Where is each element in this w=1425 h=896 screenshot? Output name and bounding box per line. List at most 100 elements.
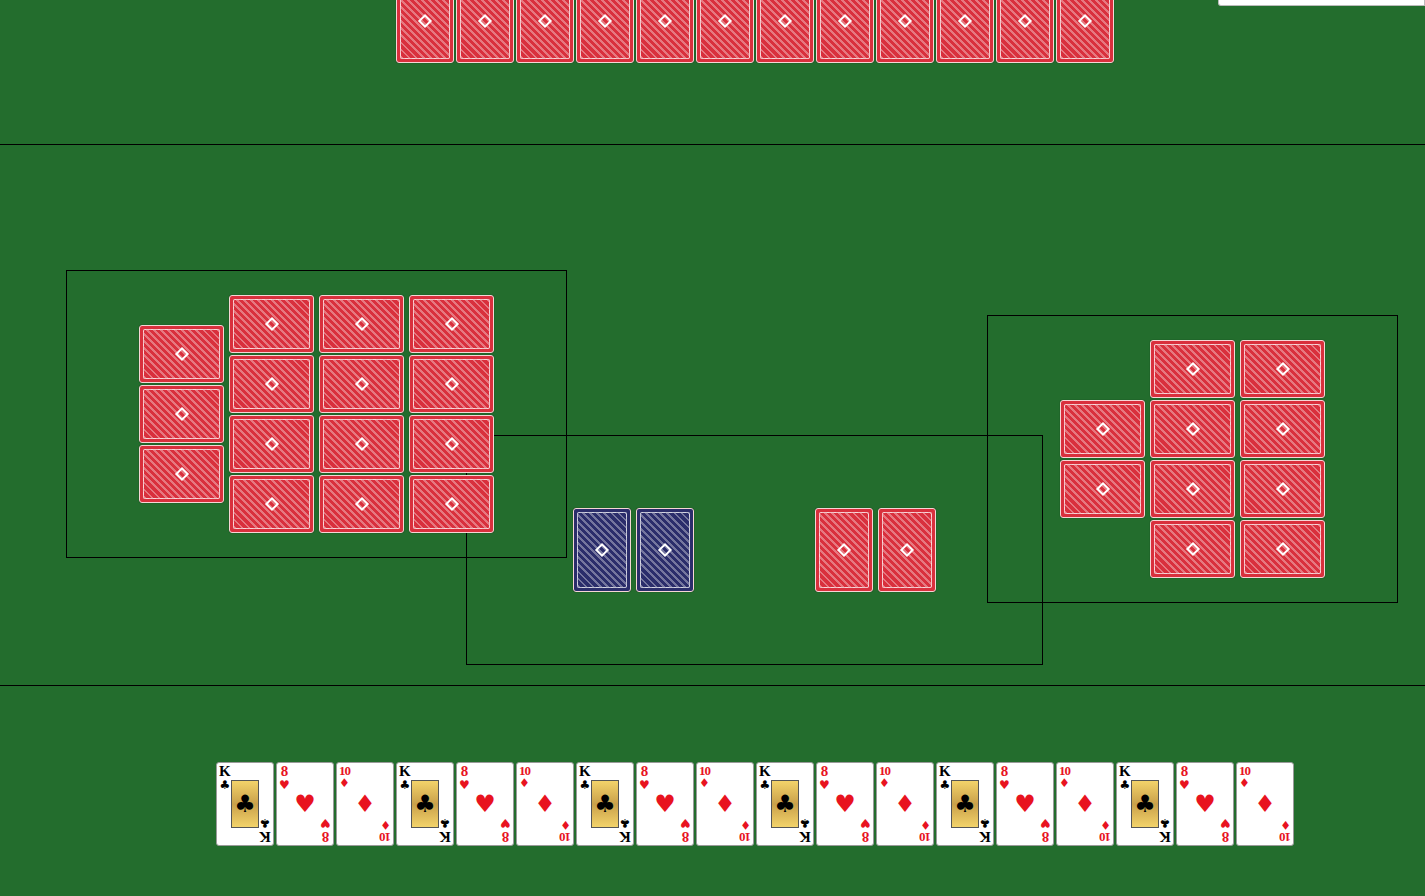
card-rank: 8 <box>1001 764 1009 779</box>
card-corner: 10♦ <box>560 819 571 844</box>
card-corner: K♣ <box>1159 817 1171 844</box>
hand-card[interactable]: 8♥♥8♥ <box>276 762 334 846</box>
center-suit: ♣ <box>234 792 256 816</box>
face-picture: ♣ <box>1131 780 1159 828</box>
back-ornament <box>354 437 368 451</box>
card-suit: ♣ <box>620 817 631 829</box>
card-suit: ♦ <box>920 819 931 831</box>
card-rank: K <box>399 764 411 779</box>
card-rank: 10 <box>920 831 931 844</box>
card-suit: ♦ <box>560 819 571 831</box>
card-rank: K <box>799 829 811 844</box>
card-rank: 8 <box>1042 829 1050 844</box>
card-rank: 8 <box>821 764 829 779</box>
card-back <box>229 415 314 473</box>
card-rank: 10 <box>560 831 571 844</box>
card-back <box>996 0 1054 63</box>
card-back <box>409 355 494 413</box>
hand-card[interactable]: K♣♣K♣ <box>396 762 454 846</box>
back-pattern <box>1244 524 1321 574</box>
card-corner: K♣ <box>979 817 991 844</box>
card-back <box>878 508 936 592</box>
pip-area: ♦ <box>891 781 919 827</box>
back-pattern <box>323 479 400 529</box>
card-back <box>139 325 224 383</box>
center-suit: ♦ <box>1074 792 1096 816</box>
card-rank: 10 <box>879 764 890 777</box>
card-corner: 10♦ <box>339 764 350 789</box>
back-ornament <box>900 543 914 557</box>
hand-card[interactable]: 10♦♦10♦ <box>336 762 394 846</box>
back-pattern <box>819 512 869 588</box>
center-suit: ♥ <box>474 792 496 816</box>
trick-group <box>815 508 936 592</box>
card-back <box>576 0 634 63</box>
top-hand <box>0 0 1425 63</box>
back-ornament <box>718 14 732 28</box>
hand-card[interactable]: 10♦♦10♦ <box>1236 762 1294 846</box>
hand-card[interactable]: 8♥♥8♥ <box>456 762 514 846</box>
back-ornament <box>174 407 188 421</box>
card-suit: ♥ <box>680 817 691 829</box>
right-area <box>987 315 1398 603</box>
hand-card[interactable]: 8♥♥8♥ <box>1176 762 1234 846</box>
card-suit: ♣ <box>219 779 230 791</box>
card-rank: 10 <box>1239 764 1250 777</box>
back-pattern <box>940 0 990 59</box>
card-rank: 8 <box>461 764 469 779</box>
card-corner: 8♥ <box>680 817 691 844</box>
hand-card[interactable]: 10♦♦10♦ <box>1056 762 1114 846</box>
card-table: K♣♣K♣8♥♥8♥10♦♦10♦K♣♣K♣8♥♥8♥10♦♦10♦K♣♣K♣8… <box>0 0 1425 896</box>
back-pattern <box>880 0 930 59</box>
back-ornament <box>444 377 458 391</box>
card-back <box>409 415 494 473</box>
center-suit: ♣ <box>414 792 436 816</box>
card-corner: K♣ <box>439 817 451 844</box>
pip-area: ♦ <box>711 781 739 827</box>
card-corner: 10♦ <box>1059 764 1070 789</box>
card-corner: 8♥ <box>860 817 871 844</box>
bottom-region: K♣♣K♣8♥♥8♥10♦♦10♦K♣♣K♣8♥♥8♥10♦♦10♦K♣♣K♣8… <box>0 686 1425 895</box>
pip-area: ♥ <box>651 781 679 827</box>
pip-area: ♥ <box>471 781 499 827</box>
card-suit: ♥ <box>639 779 650 791</box>
card-corner: K♣ <box>579 764 591 791</box>
back-ornament <box>264 497 278 511</box>
hand-card[interactable]: 8♥♥8♥ <box>996 762 1054 846</box>
hand-card[interactable]: 8♥♥8♥ <box>636 762 694 846</box>
back-ornament <box>838 14 852 28</box>
hand-card[interactable]: 10♦♦10♦ <box>876 762 934 846</box>
card-suit: ♥ <box>999 779 1010 791</box>
back-pattern <box>460 0 510 59</box>
back-pattern <box>1064 464 1141 514</box>
card-column <box>409 295 494 533</box>
hand-card[interactable]: K♣♣K♣ <box>576 762 634 846</box>
card-back <box>1150 520 1235 578</box>
pip-area: ♦ <box>351 781 379 827</box>
back-pattern <box>640 0 690 59</box>
center-suit: ♥ <box>834 792 856 816</box>
card-rank: K <box>1159 829 1171 844</box>
hand-card[interactable]: 8♥♥8♥ <box>816 762 874 846</box>
back-pattern <box>1154 344 1231 394</box>
back-pattern <box>640 512 690 588</box>
hand-card[interactable]: 10♦♦10♦ <box>696 762 754 846</box>
card-rank: 8 <box>641 764 649 779</box>
back-ornament <box>354 497 368 511</box>
face-picture: ♣ <box>771 780 799 828</box>
back-ornament <box>595 543 609 557</box>
back-ornament <box>898 14 912 28</box>
card-column <box>319 295 404 533</box>
card-suit: ♥ <box>819 779 830 791</box>
card-suit: ♣ <box>440 817 451 829</box>
card-column <box>1060 400 1145 518</box>
card-suit: ♦ <box>380 819 391 831</box>
face-picture: ♣ <box>231 780 259 828</box>
card-rank: 10 <box>519 764 530 777</box>
hand-card[interactable]: K♣♣K♣ <box>756 762 814 846</box>
hand-card[interactable]: K♣♣K♣ <box>1116 762 1174 846</box>
back-ornament <box>354 377 368 391</box>
hand-card[interactable]: K♣♣K♣ <box>216 762 274 846</box>
hand-card[interactable]: 10♦♦10♦ <box>516 762 574 846</box>
hand-card[interactable]: K♣♣K♣ <box>936 762 994 846</box>
